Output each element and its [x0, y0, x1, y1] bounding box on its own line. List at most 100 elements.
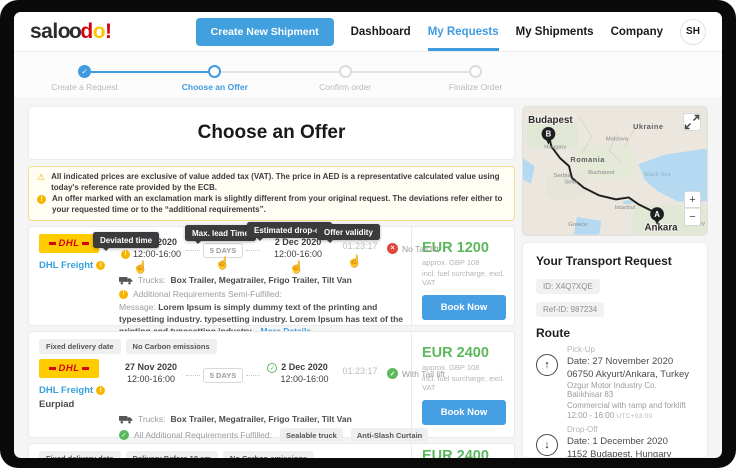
pickup-label: Pick-Up — [567, 345, 596, 354]
pickup-location-type: Commercial with ramp and forklift — [567, 400, 686, 410]
lead-time-column: Max. lead Time ☝ 5 DAYS — [183, 225, 263, 270]
marker-b-letter: B — [546, 130, 552, 139]
pickup-time-text: 12:00 - 16:00 — [567, 411, 615, 420]
logo-text: ! — [105, 19, 112, 43]
truck-icon — [119, 276, 133, 285]
deviation-warning-icon: ! — [96, 261, 106, 271]
carrier-name: DHL Freight! — [39, 260, 119, 271]
user-avatar[interactable]: SH — [680, 18, 706, 45]
step-circle-icon[interactable] — [468, 65, 482, 78]
nav-my-shipments[interactable]: My Shipments — [516, 12, 594, 51]
dhl-logo-bar — [81, 242, 89, 245]
offer-details: DHL DHL Freight! Deviated time ☝ 27 Nov … — [29, 222, 439, 336]
exclamation-circle-icon: ! — [37, 195, 46, 205]
route-title: Route — [536, 326, 570, 340]
requirement-badge: Sealable truck — [279, 428, 343, 443]
vat-notice-box: ⚠ All indicated prices are exclusive of … — [28, 166, 515, 222]
step-label: Choose an Offer — [181, 82, 248, 92]
book-now-button[interactable]: Book Now — [422, 295, 506, 321]
dropoff-datetime: 2 Dec 2020 12:00-16:00 — [274, 237, 322, 259]
dropoff-details: Drop-Off Date: 1 December 2020 1152 Buda… — [567, 425, 694, 458]
offer-card-1: DHL DHL Freight! Deviated time ☝ 27 Nov … — [28, 222, 515, 336]
pickup-column: 27 Nov 2020 12:00-16:00 — [119, 362, 183, 384]
expand-icon — [684, 114, 700, 130]
map-fullscreen-button[interactable] — [683, 113, 701, 131]
requirements-row: ✓ All Additional Requirements Fulfilled:… — [39, 428, 429, 443]
offer-badges: Fixed delivery date Delivery Before 10 a… — [39, 451, 403, 458]
nav-company[interactable]: Company — [611, 12, 663, 51]
lead-time-badge: 5 DAYS — [202, 368, 244, 384]
offer-price: EUR 2400 — [422, 448, 489, 458]
carrier-row: DHL DHL Freight! Deviated time ☝ 27 Nov … — [39, 222, 439, 274]
request-id-row: ID: X4Q7XQE — [536, 276, 694, 294]
dropoff-address: 1152 Budapest, Hungary — [567, 448, 672, 458]
offer-badge: Fixed delivery date — [39, 339, 121, 355]
pickup-address: 06750 Akyurt/Ankara, Turkey — [567, 368, 689, 380]
dropoff-label: Drop-Off — [567, 425, 598, 434]
logo-text: d — [80, 19, 93, 43]
nav-my-requests[interactable]: My Requests — [427, 12, 499, 51]
offer-badge: No Carbon emissions — [125, 339, 217, 355]
map-zoom-out-button[interactable]: − — [684, 209, 701, 226]
trucks-label: Trucks: — [138, 275, 166, 286]
trucks-row: Trucks: Box Trailer, Megatrailer, Frigo … — [39, 414, 403, 424]
nav-dashboard[interactable]: Dashboard — [351, 12, 411, 51]
company-name: Eurpiad — [39, 399, 75, 411]
pickup-column: Deviated time ☝ 27 Nov 2020 !12:00-16:00 — [93, 232, 183, 274]
fulfilled-check-icon: ✓ — [119, 430, 129, 441]
notice-text: An offer marked with an exclamation mark… — [52, 194, 503, 214]
cursor-hand-icon: ☝ — [215, 256, 230, 271]
dropoff-stop: ↓ Drop-Off Date: 1 December 2020 1152 Bu… — [536, 425, 694, 458]
step-create-request: ✓ Create a Request — [51, 65, 118, 92]
pickup-time: 12:00-16:00 — [126, 374, 176, 385]
carrier-name-text: DHL Freight — [39, 260, 94, 272]
dropoff-time: 12:00-16:00 — [280, 374, 329, 385]
lead-dots — [186, 375, 200, 377]
tail-lift-label: No Tail lift — [402, 243, 439, 254]
validity-column: 01:23:17 — [333, 362, 387, 376]
saloodo-logo[interactable]: saloodo! — [30, 20, 112, 44]
map-zoom-in-button[interactable]: + — [684, 191, 701, 208]
step-label: Finalize Order — [448, 82, 503, 92]
deviation-warning-icon: ! — [96, 386, 106, 396]
dhl-logo-bar — [49, 242, 57, 245]
dhl-logo-bar — [81, 367, 89, 370]
lead-time-column: 5 DAYS — [183, 362, 263, 384]
offer-details: Fixed delivery date No Carbon emissions … — [29, 332, 445, 455]
trucks-value: Box Trailer, Megatrailer, Frigo Trailer,… — [170, 414, 352, 425]
message-label: Message: — [119, 302, 156, 313]
tail-lift-status: ✓ With Tail lift — [387, 362, 449, 380]
validity-countdown: 01:23:17 — [342, 241, 378, 252]
cursor-hand-icon: ☝ — [347, 254, 362, 269]
price-panel: EUR 2400 — [411, 444, 514, 458]
requirements-row: ! Additional Requirements Semi-Fulfilled… — [39, 289, 403, 299]
create-new-shipment-button[interactable]: Create New Shipment — [195, 17, 334, 46]
map-label-black-sea: Black Sea — [644, 172, 671, 178]
saloodo-app: saloodo! Create New Shipment Dashboard M… — [14, 12, 722, 458]
dhl-logo-text: DHL — [58, 363, 80, 375]
route-map[interactable]: Budapest Hungary Ukraine Moldova Romania… — [522, 106, 708, 236]
tail-lift-label: With Tail lift — [402, 368, 445, 379]
offer-badges: Fixed delivery date No Carbon emissions — [39, 339, 403, 355]
carrier-row: DHL DHL Freight! Eurpiad 27 Nov 2020 12:… — [39, 359, 445, 411]
with-tail-lift-icon: ✓ — [387, 368, 398, 380]
transport-request-card: Your Transport Request ID: X4Q7XQE Ref-I… — [522, 242, 708, 458]
step-circle-icon[interactable] — [338, 65, 352, 78]
cursor-hand-icon: ☝ — [133, 260, 148, 275]
notice-text: All indicated prices are exclusive of va… — [51, 172, 500, 192]
map-label-serbia: Serbia — [554, 173, 572, 179]
offer-badge: No Carbon emissions — [222, 451, 315, 458]
logo-text: sal — [30, 19, 58, 43]
step-circle-icon[interactable] — [208, 65, 222, 78]
header: saloodo! Create New Shipment Dashboard M… — [14, 12, 722, 52]
page-title: Choose an Offer — [197, 122, 346, 143]
step-check-icon[interactable]: ✓ — [78, 65, 91, 78]
pickup-time-text: 12:00-16:00 — [132, 249, 182, 260]
cursor-hand-icon: ☝ — [289, 260, 304, 275]
offer-card-2: Fixed delivery date No Carbon emissions … — [28, 331, 515, 455]
offer-badge: Fixed delivery date — [39, 451, 121, 458]
dropoff-column: Estimated drop-off ☝ 2 Dec 2020 12:00-16… — [247, 222, 333, 274]
pickup-details: Pick-Up Date: 27 November 2020 06750 Aky… — [567, 345, 694, 420]
request-summary-column: Budapest Hungary Ukraine Moldova Romania… — [522, 106, 708, 458]
carrier-name-text: DHL Freight — [39, 385, 94, 397]
